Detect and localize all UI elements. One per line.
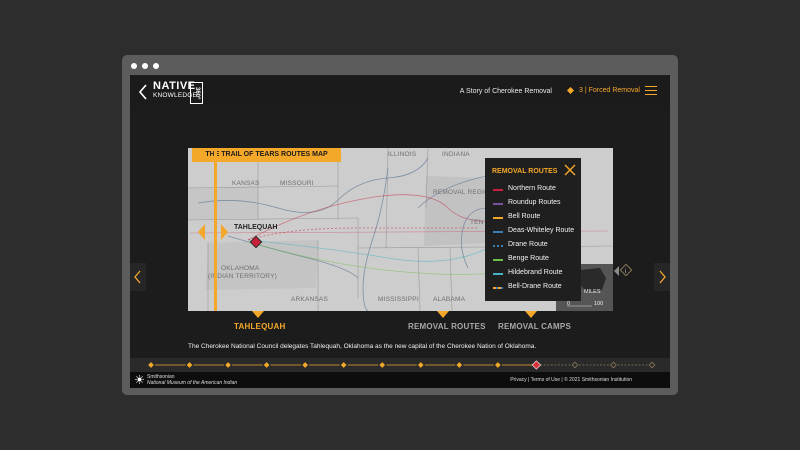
legend-item-label: Bell-Drane Route [508, 283, 562, 290]
window-dot [142, 63, 148, 69]
tab-pointer-icon [252, 311, 264, 318]
timeline-step[interactable] [610, 361, 617, 369]
timeline-step[interactable] [531, 360, 542, 370]
legend-item-label: Roundup Routes [508, 199, 561, 206]
legend-item-label: Benge Route [508, 255, 549, 262]
state-label: MISSISSIPPI [378, 296, 419, 303]
timeline-step[interactable] [417, 362, 424, 368]
route-swatch-icon [493, 231, 503, 233]
scale-end: 100 [594, 301, 604, 307]
route-swatch-icon [493, 259, 503, 261]
legend-title: REMOVAL ROUTES [492, 168, 558, 175]
state-label: KANSAS [232, 180, 260, 187]
chapter-diamond-icon [566, 86, 575, 95]
timeline-step[interactable] [495, 362, 501, 368]
close-icon[interactable] [564, 164, 576, 176]
timeline-cursor-icon[interactable] [198, 222, 228, 242]
timeline-step[interactable] [648, 361, 656, 369]
window-dot [131, 63, 137, 69]
svg-text:i: i [625, 269, 626, 275]
hamburger-menu-icon[interactable] [645, 86, 657, 96]
timeline-step[interactable] [186, 362, 193, 368]
timeline-track [148, 360, 656, 370]
state-label: ALABAMA [433, 296, 466, 303]
legend-item-label: Deas-Whiteley Route [508, 227, 575, 234]
legend-item-label: Bell Route [508, 213, 541, 220]
chevron-left-icon [134, 270, 141, 284]
route-swatch-icon [493, 217, 503, 219]
tab-removal-routes[interactable]: REMOVAL ROUTES [408, 322, 486, 331]
caption-text: The Cherokee National Council delegates … [188, 343, 537, 350]
tab-tahlequah[interactable]: TAHLEQUAH [234, 322, 285, 331]
content-stage: KANSAS MISSOURI ILLINOIS INDIANA OKLAHOM… [130, 108, 670, 358]
footer-links[interactable]: Privacy | Terms of Use | © 2021 Smithson… [510, 377, 632, 383]
tab-removal-camps[interactable]: REMOVAL CAMPS [498, 322, 571, 331]
info-icon[interactable]: i [614, 263, 632, 279]
route-swatch-icon [493, 189, 503, 191]
app-header: NATIVE KNOWLEDGE 360° A Story of Cheroke… [130, 75, 670, 108]
state-label: MISSOURI [280, 180, 314, 187]
timeline-step[interactable] [571, 361, 579, 369]
timeline-step[interactable] [456, 362, 463, 368]
browser-window: NATIVE KNOWLEDGE 360° A Story of Cheroke… [122, 55, 678, 395]
routes-legend-panel: REMOVAL ROUTES Northern Route Roundup Rou… [485, 158, 581, 301]
timeline-bar [130, 358, 670, 372]
scale-unit: MILES [584, 289, 601, 295]
logo-badge: 360° [190, 82, 203, 104]
timeline-step[interactable] [340, 362, 347, 368]
state-label: INDIANA [442, 151, 470, 158]
tahlequah-label: TAHLEQUAH [234, 224, 278, 231]
legend-item-label: Northern Route [508, 185, 556, 192]
legend-item-label: Drane Route [508, 241, 548, 248]
state-label: ILLINOIS [388, 151, 417, 158]
window-dot [153, 63, 159, 69]
chevron-right-icon [659, 270, 666, 284]
smithsonian-sun-logo-icon[interactable] [135, 375, 144, 384]
chapter-label[interactable]: 3 | Forced Removal [579, 87, 640, 94]
app-viewport: NATIVE KNOWLEDGE 360° A Story of Cheroke… [130, 75, 670, 388]
tab-pointer-icon [525, 311, 537, 318]
route-swatch-icon [493, 203, 503, 205]
state-label: TEN [470, 219, 484, 226]
timeline-step[interactable] [225, 362, 231, 368]
route-swatch-icon [493, 245, 503, 247]
timeline-step[interactable] [148, 362, 154, 368]
story-title: A Story of Cherokee Removal [459, 88, 552, 95]
trail-of-tears-map: KANSAS MISSOURI ILLINOIS INDIANA OKLAHOM… [188, 148, 613, 311]
route-swatch-icon [493, 273, 503, 275]
state-label: ARKANSAS [291, 296, 329, 303]
route-swatch-icon [493, 287, 503, 289]
back-arrow-icon[interactable] [136, 83, 150, 101]
footer: Smithsonian National Museum of the Ameri… [130, 372, 670, 388]
timeline-step[interactable] [263, 362, 270, 368]
org-subtitle: National Museum of the American Indian [147, 380, 238, 386]
timeline-step[interactable] [379, 362, 386, 368]
legend-item-label: Hildebrand Route [508, 269, 563, 276]
scale-start: 0 [567, 301, 571, 307]
state-label: OKLAHOMA [221, 265, 260, 272]
previous-slide-button[interactable] [130, 263, 146, 291]
timeline-step[interactable] [302, 362, 308, 368]
tab-pointer-icon [437, 311, 449, 318]
tahlequah-marker-icon[interactable] [249, 235, 263, 249]
next-slide-button[interactable] [654, 263, 670, 291]
